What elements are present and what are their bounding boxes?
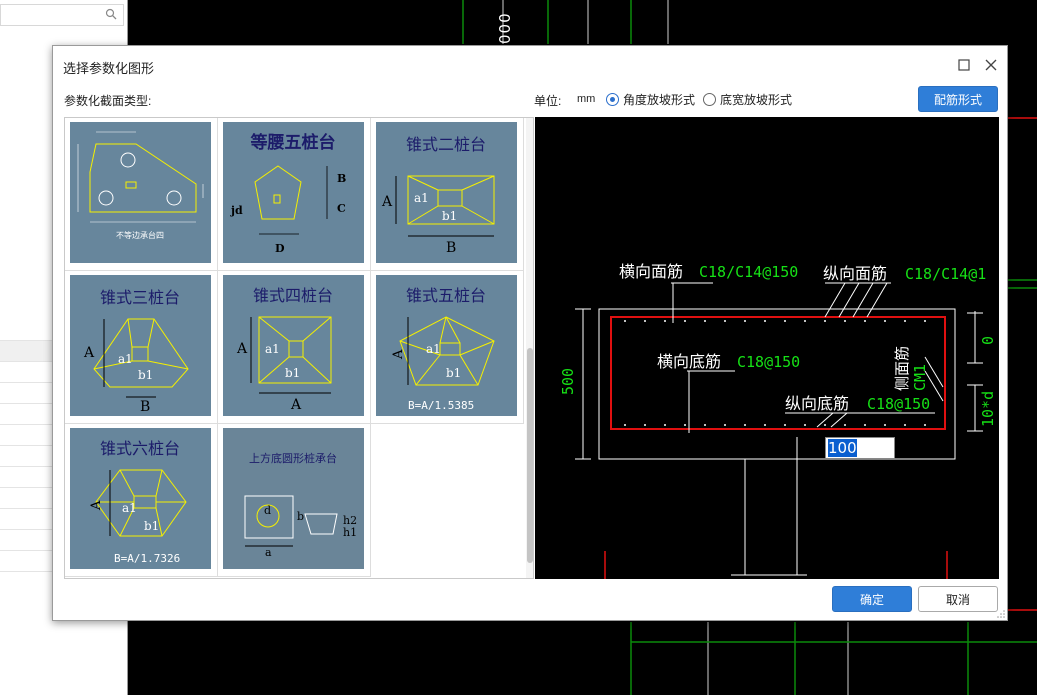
tile-cone-five-pile-image: 锥式五桩台 A a1 b1 B=A/1.5385 bbox=[376, 275, 517, 416]
resize-grip-icon[interactable] bbox=[997, 610, 1005, 618]
bottom-longitudinal-label: 纵向底筋 bbox=[785, 394, 849, 413]
radio-angle-slope[interactable]: 角度放坡形式 bbox=[606, 91, 695, 108]
label-A: A bbox=[391, 349, 406, 360]
label-a1: a1 bbox=[118, 352, 133, 366]
height-dimension: 500 bbox=[559, 368, 577, 395]
dimension-input[interactable]: 100 bbox=[825, 437, 895, 459]
side-value: CM1 bbox=[911, 364, 929, 391]
tile-cone-six-pile[interactable]: 锥式六桩台 A a1 b1 B=A/1.7326 bbox=[65, 424, 218, 577]
tile-caption: 不等边承台四 bbox=[116, 230, 164, 240]
radio-width-slope[interactable]: 底宽放坡形式 bbox=[703, 91, 792, 108]
tile-caption: 上方底圆形桩承台 bbox=[249, 451, 337, 465]
label-h1: h1 bbox=[343, 526, 357, 539]
tile-square-round-pile-cap[interactable]: 上方底圆形桩承台 a b d h2 h1 bbox=[218, 424, 371, 577]
label-b1: b1 bbox=[442, 209, 457, 223]
label-A: A bbox=[290, 397, 302, 413]
tile-cone-four-pile-image: 锥式四桩台 A a1 b1 A bbox=[223, 275, 364, 416]
shape-gallery: 不等边承台四 等腰五桩台 B C D jd 锥式二桩台 A a1 b1 B 锥式… bbox=[64, 117, 534, 579]
cad-dimension-text: 000 bbox=[496, 12, 514, 44]
unit-label: 单位: bbox=[534, 94, 562, 108]
top-longitudinal-value: C18/C14@1 bbox=[905, 265, 986, 283]
label-a1: a1 bbox=[122, 501, 137, 515]
label-D: D bbox=[275, 242, 285, 255]
tile-caption: 锥式三桩台 bbox=[100, 288, 180, 307]
top-dimension: 0 bbox=[979, 336, 997, 345]
radio-unselected-icon bbox=[703, 93, 716, 106]
unit-value: mm bbox=[577, 93, 596, 105]
select-parametric-shape-dialog: 选择参数化图形 参数化截面类型: 单位: mm 角度放坡形式 底宽放坡形式 配筋… bbox=[52, 45, 1008, 621]
label-a1: a1 bbox=[426, 342, 441, 356]
tile-cone-six-pile-image: 锥式六桩台 A a1 b1 B=A/1.7326 bbox=[70, 428, 211, 569]
gallery-scroll-thumb[interactable] bbox=[527, 348, 533, 563]
tile-note: B=A/1.7326 bbox=[114, 552, 180, 565]
close-icon[interactable] bbox=[982, 56, 1000, 74]
label-A: A bbox=[381, 194, 393, 210]
radio-width-slope-label: 底宽放坡形式 bbox=[720, 93, 793, 107]
label-b1: b1 bbox=[285, 366, 300, 380]
tile-isosceles-five-pile[interactable]: 等腰五桩台 B C D jd bbox=[218, 118, 371, 271]
tile-caption: 等腰五桩台 bbox=[251, 132, 336, 153]
tile-caption: 锥式五桩台 bbox=[406, 286, 486, 305]
label-B: B bbox=[337, 172, 346, 185]
section-type-label: 参数化截面类型: bbox=[64, 94, 152, 108]
top-longitudinal-label: 纵向面筋 bbox=[823, 264, 887, 283]
label-a1: a1 bbox=[265, 342, 280, 356]
tile-isosceles-five-pile-image: 等腰五桩台 B C D jd bbox=[223, 122, 364, 263]
gallery-scrollbar[interactable] bbox=[526, 118, 533, 578]
radio-angle-slope-label: 角度放坡形式 bbox=[623, 93, 696, 107]
bottom-longitudinal-value: C18@150 bbox=[867, 395, 930, 413]
cancel-button[interactable]: 取消 bbox=[918, 586, 998, 612]
tile-cone-five-pile[interactable]: 锥式五桩台 A a1 b1 B=A/1.5385 bbox=[371, 271, 524, 424]
ok-button[interactable]: 确定 bbox=[832, 586, 912, 612]
background-search-box[interactable] bbox=[0, 4, 124, 26]
top-transverse-value: C18/C14@150 bbox=[699, 263, 798, 281]
label-C: C bbox=[337, 202, 346, 215]
label-B: B bbox=[446, 240, 456, 256]
dimension-input-value: 100 bbox=[828, 439, 857, 457]
label-A: A bbox=[83, 345, 95, 361]
label-a: a bbox=[265, 546, 272, 559]
dialog-title: 选择参数化图形 bbox=[63, 61, 155, 76]
label-b1: b1 bbox=[446, 366, 461, 380]
tile-cone-three-pile[interactable]: 锥式三桩台 A a1 b1 B bbox=[65, 271, 218, 424]
search-icon bbox=[105, 8, 117, 20]
tile-square-round-pile-cap-image: 上方底圆形桩承台 a b d h2 h1 bbox=[223, 428, 364, 569]
tile-cone-two-pile[interactable]: 锥式二桩台 A a1 b1 B bbox=[371, 118, 524, 271]
tile-note: B=A/1.5385 bbox=[408, 399, 474, 412]
section-preview-canvas[interactable]: 横向面筋 C18/C14@150 纵向面筋 C18/C14@1 横向底筋 C18… bbox=[535, 117, 999, 579]
tile-unequal-cap-four[interactable]: 不等边承台四 bbox=[65, 118, 218, 271]
label-b1: b1 bbox=[138, 368, 153, 382]
tile-caption: 锥式四桩台 bbox=[253, 286, 333, 305]
label-A: A bbox=[89, 500, 104, 511]
label-A: A bbox=[236, 341, 248, 357]
maximize-icon[interactable] bbox=[955, 56, 973, 74]
rebar-form-button[interactable]: 配筋形式 bbox=[918, 86, 998, 112]
label-b1: b1 bbox=[144, 519, 159, 533]
bottom-transverse-label: 横向底筋 bbox=[657, 352, 721, 371]
tile-caption: 锥式六桩台 bbox=[100, 439, 180, 458]
radio-selected-icon bbox=[606, 93, 619, 106]
tile-unequal-cap-four-image: 不等边承台四 bbox=[70, 122, 211, 263]
label-a1: a1 bbox=[414, 191, 429, 205]
label-B: B bbox=[140, 399, 150, 415]
tile-cone-two-pile-image: 锥式二桩台 A a1 b1 B bbox=[376, 122, 517, 263]
label-d: d bbox=[264, 504, 271, 517]
bottom-transverse-value: C18@150 bbox=[737, 353, 800, 371]
label-jd: jd bbox=[230, 204, 243, 217]
tile-cone-three-pile-image: 锥式三桩台 A a1 b1 B bbox=[70, 275, 211, 416]
top-transverse-label: 横向面筋 bbox=[619, 262, 683, 281]
label-b: b bbox=[297, 510, 304, 523]
tile-cone-four-pile[interactable]: 锥式四桩台 A a1 b1 A bbox=[218, 271, 371, 424]
tile-caption: 锥式二桩台 bbox=[406, 135, 486, 154]
side-label: 侧面筋 bbox=[893, 346, 911, 391]
side-dimension: 10*d bbox=[979, 391, 997, 427]
